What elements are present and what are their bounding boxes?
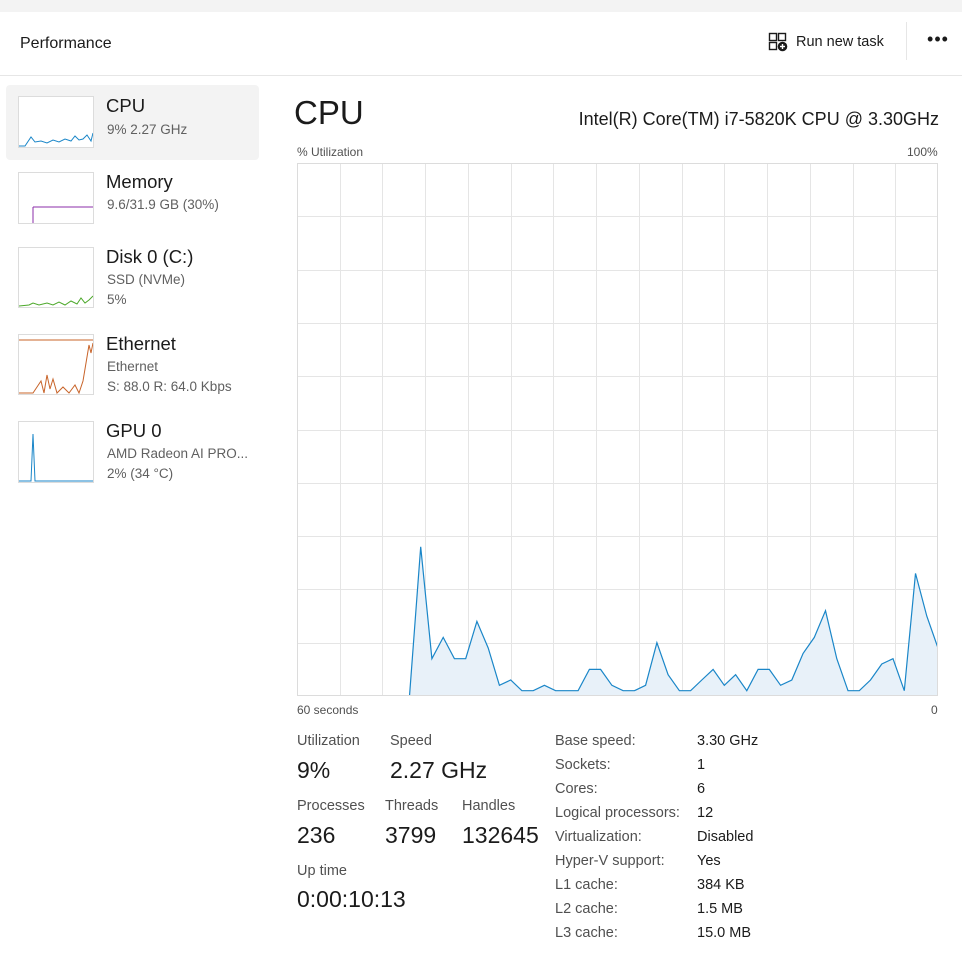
run-new-task-button[interactable]: Run new task <box>760 24 892 60</box>
memory-thumbnail-graph <box>18 172 94 224</box>
sidebar-item-memory-detail: 9.6/31.9 GB (30%) <box>107 197 219 212</box>
sidebar-item-gpu[interactable]: GPU 0 AMD Radeon AI PRO... 2% (34 °C) <box>6 410 259 485</box>
cpu-utilization-graph <box>297 163 938 696</box>
sidebar-item-ethernet-throughput: S: 88.0 R: 64.0 Kbps <box>107 379 232 394</box>
disk-thumbnail-graph <box>18 247 94 308</box>
spec-key-l2-cache: L2 cache: <box>555 901 618 917</box>
spec-value-l3-cache: 15.0 MB <box>697 925 751 941</box>
spec-value-logical-processors: 12 <box>697 805 714 821</box>
uptime-value: 0:00:10:13 <box>297 886 406 912</box>
cpu-model-name: Intel(R) Core(TM) i7-5820K CPU @ 3.30GHz <box>578 109 939 129</box>
spec-value-hyperv-support: Yes <box>697 853 721 869</box>
header-divider <box>906 22 907 60</box>
more-options-button[interactable]: ••• <box>922 30 954 54</box>
graph-grid <box>297 163 938 696</box>
spec-key-l1-cache: L1 cache: <box>555 877 618 893</box>
threads-label: Threads <box>385 798 439 814</box>
sidebar-item-ethernet-adapter: Ethernet <box>107 359 159 374</box>
sidebar-item-cpu-name: CPU <box>106 95 146 116</box>
spec-value-virtualization: Disabled <box>697 829 754 845</box>
speed-value: 2.27 GHz <box>390 757 488 783</box>
x-right-label: 0 <box>931 703 938 717</box>
y-max-label: 100% <box>907 145 938 159</box>
sidebar-item-ethernet[interactable]: Ethernet Ethernet S: 88.0 R: 64.0 Kbps <box>6 323 259 398</box>
page-header: Performance Run new task ••• <box>0 12 962 76</box>
spec-key-virtualization: Virtualization: <box>555 829 642 845</box>
utilization-line <box>297 546 938 696</box>
handles-value: 132645 <box>462 822 539 848</box>
sidebar-item-disk-name: Disk 0 (C:) <box>106 246 194 267</box>
sidebar-item-gpu-name: GPU 0 <box>106 420 162 441</box>
sidebar-item-disk-usage: 5% <box>107 292 127 307</box>
sidebar-item-gpu-model: AMD Radeon AI PRO... <box>107 446 249 461</box>
spec-value-l2-cache: 1.5 MB <box>697 901 743 917</box>
spec-value-l1-cache: 384 KB <box>697 877 745 893</box>
run-task-icon <box>768 32 788 52</box>
spec-key-l3-cache: L3 cache: <box>555 925 618 941</box>
handles-label: Handles <box>462 798 516 814</box>
page-title: Performance <box>20 35 112 52</box>
uptime-label: Up time <box>297 863 347 879</box>
resource-title: CPU <box>294 94 364 131</box>
title-bar-strip <box>0 0 962 12</box>
sidebar-item-gpu-usage: 2% (34 °C) <box>107 466 174 481</box>
speed-label: Speed <box>390 733 432 749</box>
y-axis-label: % Utilization <box>297 145 364 159</box>
sidebar-item-ethernet-name: Ethernet <box>106 333 176 354</box>
sidebar: CPU 9% 2.27 GHz Memory 9.6/31.9 GB (30%)… <box>0 76 270 962</box>
spec-value-cores: 6 <box>697 781 706 797</box>
sidebar-item-cpu[interactable]: CPU 9% 2.27 GHz <box>6 85 259 160</box>
sidebar-item-memory[interactable]: Memory 9.6/31.9 GB (30%) <box>6 161 259 236</box>
spec-key-sockets: Sockets: <box>555 757 611 773</box>
spec-key-hyperv-support: Hyper-V support: <box>555 853 665 869</box>
ethernet-thumbnail-graph <box>18 334 94 395</box>
spec-key-base-speed: Base speed: <box>555 733 636 749</box>
spec-value-base-speed: 3.30 GHz <box>697 733 759 749</box>
utilization-label: Utilization <box>297 733 360 749</box>
sidebar-item-disk-type: SSD (NVMe) <box>107 272 186 287</box>
gpu-thumbnail-graph <box>18 421 94 483</box>
spec-key-cores: Cores: <box>555 781 598 797</box>
cpu-thumbnail-graph <box>18 96 94 148</box>
threads-value: 3799 <box>385 822 437 848</box>
sidebar-item-cpu-detail: 9% 2.27 GHz <box>107 122 188 137</box>
run-new-task-label: Run new task <box>796 34 884 50</box>
spec-value-sockets: 1 <box>697 757 706 773</box>
x-left-label: 60 seconds <box>297 703 359 717</box>
sidebar-item-disk[interactable]: Disk 0 (C:) SSD (NVMe) 5% <box>6 236 259 311</box>
processes-label: Processes <box>297 798 365 814</box>
graph-border <box>297 163 938 696</box>
sidebar-item-memory-name: Memory <box>106 171 173 192</box>
spec-key-logical-processors: Logical processors: <box>555 805 680 821</box>
utilization-value: 9% <box>297 757 331 783</box>
processes-value: 236 <box>297 822 336 848</box>
